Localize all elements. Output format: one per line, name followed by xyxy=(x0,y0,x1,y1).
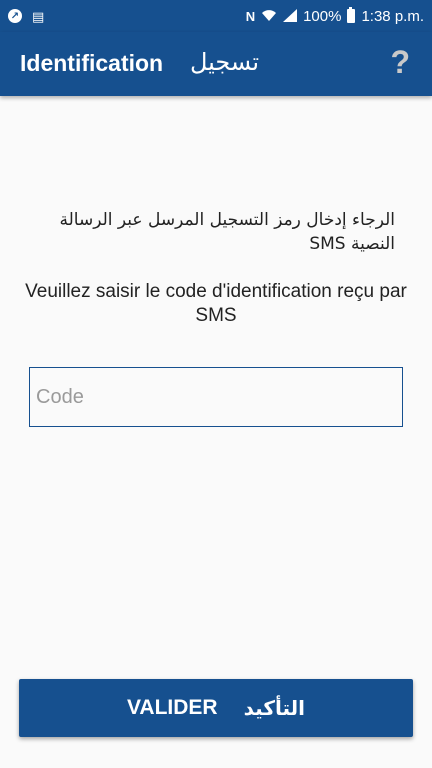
instruction-arabic: الرجاء إدخال رمز التسجيل المرسل عبر الرس… xyxy=(59,210,395,254)
signal-icon xyxy=(283,8,298,24)
code-input[interactable] xyxy=(29,367,403,427)
page-title: Identification xyxy=(20,50,164,76)
validate-label: VALIDER xyxy=(126,696,218,719)
clock: 1:38 p.m. xyxy=(361,7,424,25)
sim-icon: ▤ xyxy=(32,8,45,24)
status-right: N 100% 1:38 p.m. xyxy=(245,7,424,25)
help-icon[interactable]: ? xyxy=(390,44,410,81)
battery-percent: 100% xyxy=(303,7,342,25)
instruction-french: Veuillez saisir le code d'identification… xyxy=(25,281,407,326)
status-bar: ↗ ▤ N 100% 1:38 p.m. xyxy=(0,0,432,32)
validate-button[interactable]: VALIDER التأكيد xyxy=(19,679,413,737)
page-title-arabic: تسجيل xyxy=(190,48,259,76)
app-bar: Identification تسجيل ? xyxy=(0,32,432,96)
status-left: ↗ ▤ xyxy=(8,9,44,23)
wifi-icon xyxy=(261,9,277,24)
battery-icon xyxy=(347,7,356,23)
validate-label-arabic: التأكيد xyxy=(243,696,305,720)
nfc-icon: N xyxy=(245,8,256,24)
notification-icon: ↗ xyxy=(8,9,22,23)
